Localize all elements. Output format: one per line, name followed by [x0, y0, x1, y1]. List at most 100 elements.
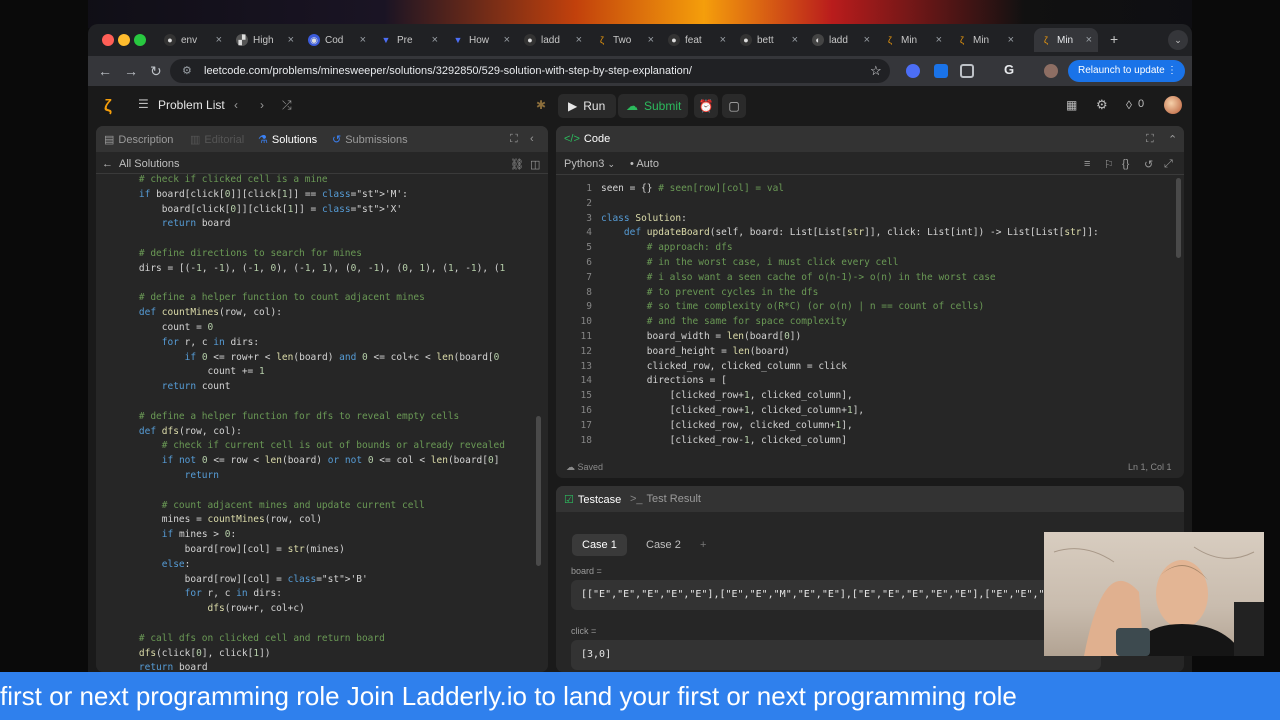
collapse-pane-icon[interactable]: ⌃ [1168, 133, 1177, 146]
site-info-icon[interactable]: ⚙ [182, 59, 192, 83]
reload-icon[interactable]: ↻ [150, 63, 162, 79]
browser-tab[interactable]: ● ladd × [518, 28, 588, 52]
tab-submissions[interactable]: ↺ Submissions [332, 133, 408, 146]
tab-close-icon[interactable]: × [576, 34, 582, 46]
line-number: 13 [580, 360, 592, 372]
layout-grid-icon[interactable]: ▦ [1066, 98, 1077, 112]
code-line: mines = countMines(row, col) [116, 514, 322, 526]
tab-close-icon[interactable]: × [936, 34, 942, 46]
tab-solutions[interactable]: ⚗ Solutions [258, 133, 317, 146]
back-to-solutions[interactable]: ← All Solutions [102, 158, 180, 170]
extension-icon[interactable] [906, 64, 920, 78]
new-tab-icon[interactable]: + [1110, 31, 1118, 47]
split-view-icon[interactable]: ◫ [530, 158, 540, 171]
settings-gear-icon[interactable]: ⚙ [1096, 97, 1108, 113]
tab-code[interactable]: </> Code [564, 133, 610, 145]
code-brackets-icon: </> [564, 133, 580, 145]
leetcode-logo-icon[interactable]: ζ [104, 96, 112, 116]
code-line: def dfs(row, col): [138, 425, 242, 437]
next-problem-icon[interactable]: › [260, 98, 264, 112]
language-select[interactable]: Python3 ⌄ [564, 158, 615, 170]
maximize-pane-icon[interactable]: ⛶ [510, 133, 518, 146]
tab-editorial[interactable]: ▥ Editorial [190, 133, 244, 146]
browser-tab[interactable]: ▼ Pre × [374, 28, 444, 52]
solution-code-block[interactable]: # check if clicked cell is a mine if boa… [116, 173, 518, 671]
tab-close-icon[interactable]: × [648, 34, 654, 46]
testcase-pane-header: ☑ Testcase >_ Test Result [556, 486, 1184, 512]
tab-close-icon[interactable]: × [288, 34, 294, 46]
auto-mode[interactable]: • Auto [630, 158, 659, 170]
browser-tab[interactable]: ▞ High × [230, 28, 300, 52]
browser-tab[interactable]: ζ Two × [590, 28, 660, 52]
profile-avatar[interactable] [1044, 64, 1058, 78]
share-link-icon[interactable]: ⛓ [510, 158, 524, 171]
tab-close-icon[interactable]: × [216, 34, 222, 46]
tab-description[interactable]: ▤ Description [104, 133, 173, 146]
notes-button[interactable]: ▢ [722, 94, 746, 118]
tab-close-icon[interactable]: × [432, 34, 438, 46]
browser-tab[interactable]: ● env × [158, 28, 228, 52]
code-pane-header: </> Code ⛶ ⌃ [556, 126, 1184, 152]
streak-icon[interactable]: ◊ [1126, 98, 1132, 112]
shuffle-icon[interactable]: ⤮ [282, 98, 292, 113]
tab-close-icon[interactable]: × [720, 34, 726, 46]
board-input[interactable]: [["E","E","E","E","E"],["E","E","M","E",… [571, 580, 1101, 610]
case-1-tab[interactable]: Case 1 [572, 534, 627, 556]
code-editor[interactable]: seen = {} # seen[row][col] = val class S… [601, 182, 1171, 448]
reset-icon[interactable]: ↺ [1144, 158, 1153, 171]
google-icon[interactable]: G [1004, 62, 1014, 77]
editor-scrollbar[interactable] [1176, 178, 1181, 258]
fullscreen-icon[interactable]: ⤢ [1164, 158, 1173, 171]
close-window-icon[interactable] [102, 34, 114, 46]
tab-test-result[interactable]: >_ Test Result [630, 493, 701, 505]
format-icon[interactable]: ≡ [1084, 158, 1090, 170]
prev-problem-icon[interactable]: ‹ [234, 98, 238, 112]
scrollbar[interactable] [536, 416, 541, 566]
submit-button[interactable]: ☁ Submit [618, 94, 688, 118]
maximize-window-icon[interactable] [134, 34, 146, 46]
tab-close-icon[interactable]: × [792, 34, 798, 46]
click-input[interactable]: [3,0] [571, 640, 1101, 670]
shield-extension-icon[interactable] [934, 64, 948, 78]
add-case-icon[interactable]: + [690, 534, 716, 556]
url-bar[interactable]: ⚙ leetcode.com/problems/minesweeper/solu… [170, 59, 890, 83]
run-button[interactable]: ▶ Run [558, 94, 616, 118]
browser-tab[interactable]: ζ Min × [950, 28, 1020, 52]
tab-close-icon[interactable]: × [1086, 34, 1092, 46]
browser-tab[interactable]: ζ Min × [878, 28, 948, 52]
alarm-icon: ⏰ [698, 99, 714, 113]
debug-icon[interactable]: ✱ [536, 98, 546, 112]
solution-pane: ▤ Description ▥ Editorial ⚗ Solutions ↺ Subm… [96, 126, 548, 672]
bookmark-star-icon[interactable]: ☆ [870, 63, 882, 79]
submit-label: Submit [644, 99, 682, 113]
relaunch-button[interactable]: Relaunch to update ⋮ [1068, 60, 1185, 82]
maximize-pane-icon[interactable]: ⛶ [1146, 133, 1154, 146]
tab-testcase[interactable]: ☑ Testcase [564, 493, 621, 506]
tab-label: How [469, 34, 490, 46]
tab-close-icon[interactable]: × [360, 34, 366, 46]
minimize-window-icon[interactable] [118, 34, 130, 46]
browser-tab[interactable]: ● bett × [734, 28, 804, 52]
forward-icon[interactable]: → [124, 63, 138, 79]
saved-status: ☁ Saved [566, 462, 603, 473]
browser-tab[interactable]: ◐ ladd × [806, 28, 876, 52]
case-2-tab[interactable]: Case 2 [636, 534, 691, 556]
timer-button[interactable]: ⏰ [694, 94, 718, 118]
tab-search-icon[interactable]: ⌄ [1168, 30, 1188, 50]
bookmark-icon[interactable]: ⚐ [1104, 158, 1114, 171]
browser-tab-active[interactable]: ζ Min × [1034, 28, 1098, 52]
puzzle-extension-icon[interactable] [960, 64, 974, 78]
braces-icon[interactable]: {} [1122, 158, 1129, 170]
collapse-pane-icon[interactable]: ‹ [530, 133, 534, 145]
browser-tab[interactable]: ● feat × [662, 28, 732, 52]
user-avatar[interactable] [1164, 96, 1182, 114]
browser-tab[interactable]: ◉ Cod × [302, 28, 372, 52]
tab-close-icon[interactable]: × [1008, 34, 1014, 46]
tab-label: Pre [397, 34, 413, 46]
code-line: directions = [ [601, 375, 727, 387]
back-icon[interactable]: ← [98, 63, 112, 79]
tab-close-icon[interactable]: × [504, 34, 510, 46]
problem-list-link[interactable]: Problem List [158, 98, 225, 112]
tab-close-icon[interactable]: × [864, 34, 870, 46]
browser-tab[interactable]: ▼ How × [446, 28, 516, 52]
